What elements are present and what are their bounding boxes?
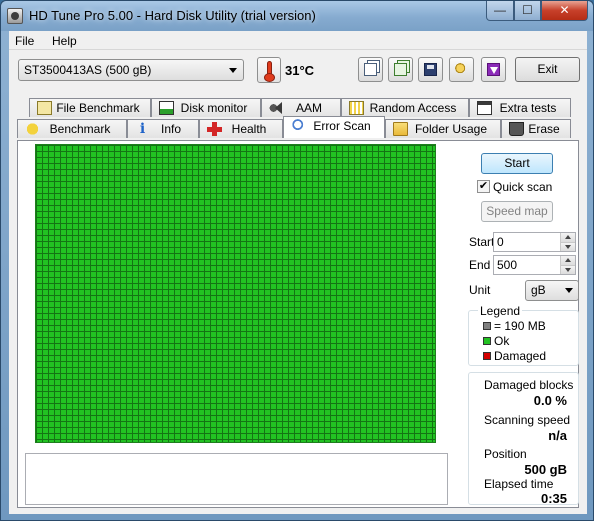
scanning-speed-label: Scanning speed <box>484 413 571 427</box>
save-button[interactable] <box>418 57 443 82</box>
copy-text-button[interactable] <box>358 57 383 82</box>
exit-button[interactable]: Exit <box>515 57 580 82</box>
tab-error-scan[interactable]: Error Scan <box>283 116 385 138</box>
grey-swatch-icon <box>483 322 491 330</box>
drive-select-value: ST3500413AS (500 gB) <box>24 63 152 77</box>
drive-select[interactable]: ST3500413AS (500 gB) <box>18 59 244 81</box>
legend-title: Legend <box>478 304 523 318</box>
scan-block-map <box>35 144 436 443</box>
tab-disk-monitor[interactable]: Disk monitor <box>151 98 261 117</box>
start-field-label: Start <box>469 235 495 249</box>
damaged-blocks-label: Damaged blocks <box>484 378 574 392</box>
app-window: HD Tune Pro 5.00 - Hard Disk Utility (tr… <box>0 0 594 521</box>
unit-select[interactable]: gB <box>525 280 579 301</box>
copy-text-icon <box>364 63 377 76</box>
copy-screenshot-icon <box>394 63 407 76</box>
position-label: Position <box>484 447 527 461</box>
close-button[interactable]: ✕ <box>541 1 588 21</box>
menu-bar: File Help <box>9 31 587 50</box>
tab-random-access[interactable]: Random Access <box>341 98 469 117</box>
tab-aam[interactable]: AAM <box>261 98 341 117</box>
save-icon <box>424 63 437 76</box>
options-button[interactable] <box>449 57 474 82</box>
tab-info[interactable]: i Info <box>127 119 199 138</box>
end-value: 500 <box>497 258 518 272</box>
start-value: 0 <box>497 235 504 249</box>
tab-file-benchmark[interactable]: File Benchmark <box>29 98 151 117</box>
end-spinbox[interactable]: 500 <box>493 255 576 275</box>
scan-log-box[interactable] <box>25 453 448 505</box>
unit-select-value: gB <box>531 283 546 297</box>
copy-screenshot-button[interactable] <box>388 57 413 82</box>
download-icon <box>487 63 500 76</box>
chevron-down-icon <box>565 288 573 293</box>
options-icon <box>455 63 468 76</box>
end-field-label: End <box>469 258 491 272</box>
red-swatch-icon <box>483 352 491 360</box>
legend-box: Legend = 190 MB Ok Damaged <box>468 304 579 366</box>
toolbar: ST3500413AS (500 gB) 31°C Exit <box>9 51 587 89</box>
error-scan-panel: Start ✔ Quick scan Speed map Start 0 End… <box>17 140 579 508</box>
title-bar[interactable]: HD Tune Pro 5.00 - Hard Disk Utility (tr… <box>1 1 593 31</box>
elapsed-time-label: Elapsed time <box>484 477 554 491</box>
maximize-button[interactable]: ☐ <box>514 1 541 21</box>
speed-map-button[interactable]: Speed map <box>481 201 553 222</box>
menu-file[interactable]: File <box>15 34 34 48</box>
download-button[interactable] <box>481 57 506 82</box>
tab-extra-tests[interactable]: Extra tests <box>469 98 571 117</box>
hdtune-app-icon[interactable] <box>7 8 23 24</box>
position-value: 500 gB <box>524 462 567 477</box>
spin-up-icon[interactable] <box>560 233 575 242</box>
tab-benchmark[interactable]: Benchmark <box>17 119 127 138</box>
start-scan-button[interactable]: Start <box>481 153 553 174</box>
scanning-speed-value: n/a <box>548 428 567 443</box>
tab-erase[interactable]: Erase <box>501 119 571 138</box>
thermometer-icon[interactable] <box>257 57 281 83</box>
chevron-down-icon <box>229 68 237 73</box>
temperature-readout: 31°C <box>285 63 315 78</box>
start-spinbox[interactable]: 0 <box>493 232 576 252</box>
tab-health[interactable]: Health <box>199 119 283 138</box>
spin-down-icon[interactable] <box>560 265 575 274</box>
green-swatch-icon <box>483 337 491 345</box>
elapsed-time-value: 0:35 <box>540 491 567 506</box>
scan-stats-box: Damaged blocks 0.0 % Scanning speed n/a … <box>468 372 579 506</box>
damaged-blocks-value: 0.0 % <box>533 393 567 408</box>
window-title: HD Tune Pro 5.00 - Hard Disk Utility (tr… <box>29 8 316 23</box>
client-area: File Help ST3500413AS (500 gB) 31°C Exit… <box>9 31 587 514</box>
minimize-button[interactable]: — <box>486 1 514 21</box>
menu-help[interactable]: Help <box>52 34 77 48</box>
unit-label: Unit <box>469 283 491 297</box>
spin-up-icon[interactable] <box>560 256 575 265</box>
tab-folder-usage[interactable]: Folder Usage <box>385 119 501 138</box>
checkmark-icon: ✔ <box>477 180 490 193</box>
spin-down-icon[interactable] <box>560 242 575 251</box>
